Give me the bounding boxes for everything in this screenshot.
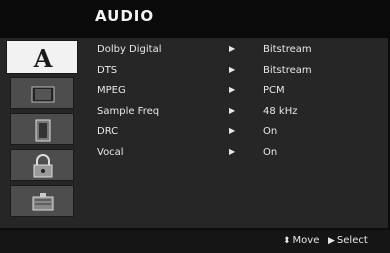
menu-item-dts[interactable]: DTS ▶ Bitstream: [97, 65, 387, 86]
letter-a-icon: A: [33, 44, 53, 73]
menu-item-value: Bitstream: [263, 44, 312, 55]
menu-item-value: On: [263, 146, 278, 158]
arrow-right-icon: ▶: [229, 44, 236, 53]
select-hint: ▶ Select: [328, 235, 368, 246]
menu-item-value: On: [263, 126, 278, 137]
menu-item-label: DRC: [97, 126, 119, 137]
tab-audio-glyph: A: [33, 44, 53, 73]
page-title: AUDIO: [95, 7, 155, 25]
up-down-arrows-icon: ⬍: [283, 236, 291, 246]
audio-settings-list: Dolby Digital ▶ Bitstream DTS ▶ Bitstrea…: [97, 44, 387, 167]
arrow-right-icon: ▶: [229, 105, 236, 115]
tab-display[interactable]: [10, 77, 74, 109]
menu-item-value: PCM: [263, 85, 285, 96]
menu-item-value: Bitstream: [263, 64, 312, 76]
move-hint: ⬍ Move: [283, 235, 319, 246]
menu-item-drc[interactable]: DRC ▶ On: [97, 126, 387, 147]
screen-icon: [31, 86, 55, 103]
select-hint-label: Select: [336, 235, 368, 246]
header-bar: AUDIO: [0, 0, 390, 38]
arrow-right-icon: ▶: [229, 64, 236, 74]
menu-item-mpeg[interactable]: MPEG ▶ PCM: [97, 85, 387, 106]
speaker-icon: [35, 119, 51, 142]
footer-bar: ⬍ Move ▶ Select: [0, 230, 390, 253]
move-hint-label: Move: [292, 235, 320, 246]
menu-item-sample-freq[interactable]: Sample Freq ▶ 48 kHz: [97, 106, 387, 127]
menu-item-label: Vocal: [97, 146, 124, 158]
play-arrow-icon: ▶: [328, 236, 335, 246]
lock-icon: [33, 154, 53, 178]
menu-item-label: DTS: [97, 64, 118, 76]
tab-speaker[interactable]: [10, 113, 74, 145]
arrow-right-icon: ▶: [229, 126, 236, 135]
arrow-right-icon: ▶: [229, 146, 236, 156]
menu-item-label: Dolby Digital: [97, 44, 162, 55]
tab-lock[interactable]: [10, 149, 74, 181]
menu-item-dolby-digital[interactable]: Dolby Digital ▶ Bitstream: [97, 44, 387, 65]
arrow-right-icon: ▶: [229, 85, 236, 94]
menu-item-label: MPEG: [97, 85, 126, 96]
menu-item-vocal[interactable]: Vocal ▶ On: [97, 147, 387, 168]
tools-icon: [32, 193, 54, 211]
tab-others[interactable]: [10, 185, 74, 217]
menu-item-value: 48 kHz: [263, 105, 298, 117]
menu-item-label: Sample Freq: [97, 105, 160, 117]
tab-audio[interactable]: A: [6, 40, 78, 74]
